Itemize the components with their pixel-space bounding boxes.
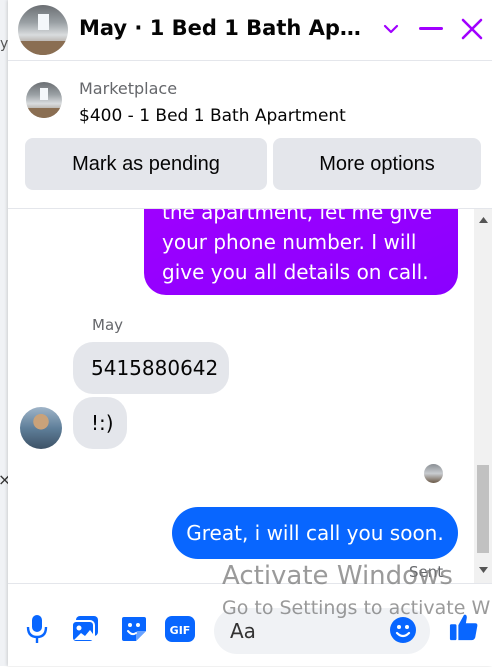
chat-title[interactable]: May · 1 Bed 1 Bath Apartm... [79,16,369,40]
mark-as-pending-button[interactable]: Mark as pending [25,138,267,190]
seen-receipt-avatar [424,464,443,483]
sticker-icon[interactable] [119,614,149,644]
outgoing-message-line: the apartment, let me give [162,209,433,224]
incoming-message-bubble: !:) [73,397,127,449]
message-status: Sent [409,563,444,581]
thumbs-up-icon[interactable] [449,612,479,642]
marketplace-listing-banner: Marketplace $400 - 1 Bed 1 Bath Apartmen… [8,62,492,209]
microphone-icon[interactable] [22,614,52,644]
emoji-icon[interactable] [388,615,418,645]
chat-window: May · 1 Bed 1 Bath Apartm... Marketplace… [8,0,492,666]
photo-icon[interactable] [70,614,100,644]
outgoing-message-bubble: the apartment, let me give your phone nu… [144,209,458,295]
gif-icon[interactable]: GIF [165,614,195,644]
chevron-down-icon[interactable] [374,12,408,46]
message-thread: the apartment, let me give your phone nu… [8,209,492,583]
scrollbar-thumb[interactable] [477,465,489,553]
outgoing-message-line: your phone number. I will [162,230,417,254]
message-composer: GIF [8,583,492,667]
chat-header: May · 1 Bed 1 Bath Apartm... [8,0,492,61]
scroll-down-icon[interactable] [474,561,492,578]
outgoing-message-bubble: Great, i will call you soon. [172,507,458,559]
background-window-edge: y × [0,0,11,666]
listing-source-label: Marketplace [79,79,178,98]
close-icon[interactable] [455,12,489,46]
sender-name: May [92,316,124,334]
outgoing-message-line: give you all details on call. [162,260,429,284]
listing-price-title[interactable]: $400 - 1 Bed 1 Bath Apartment [79,106,346,126]
sender-avatar[interactable] [20,407,62,449]
more-options-button[interactable]: More options [273,138,481,190]
thread-scrollbar[interactable] [474,209,492,583]
listing-thumbnail[interactable] [26,82,62,118]
scroll-up-icon[interactable] [474,211,492,228]
incoming-message-bubble: 5415880642 [73,342,229,394]
listing-avatar[interactable] [18,5,68,55]
gif-icon-text: GIF [170,624,191,637]
minimize-icon[interactable] [414,12,448,46]
